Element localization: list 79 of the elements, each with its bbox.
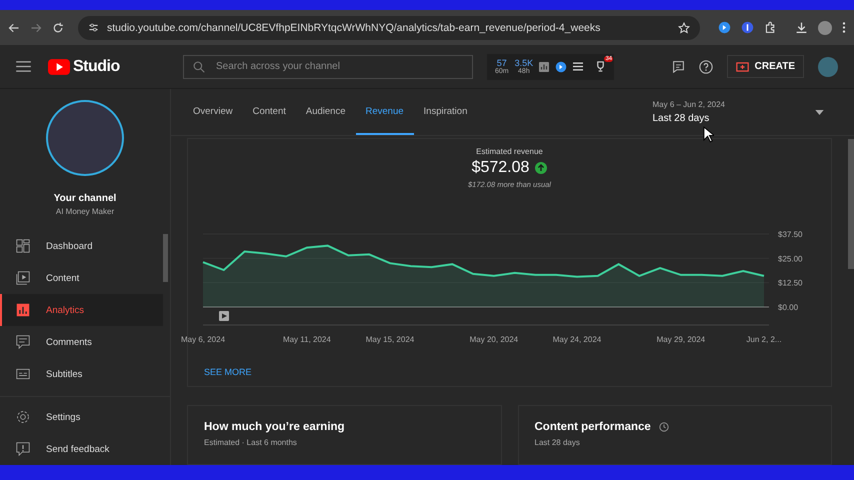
card-subtitle: Last 28 days <box>534 438 581 447</box>
tab[interactable]: Audience <box>296 89 356 135</box>
mouse-cursor-icon <box>702 126 714 143</box>
download-icon[interactable] <box>795 21 808 34</box>
extension-icon[interactable] <box>741 21 754 34</box>
star-icon[interactable] <box>678 22 690 34</box>
forward-icon[interactable] <box>30 22 42 34</box>
channel-title: Your channel <box>54 193 116 204</box>
logo-text: Studio <box>73 58 121 76</box>
date-range-dropdown[interactable]: May 6 – Jun 2, 2024 Last 28 days <box>652 100 824 124</box>
create-button[interactable]: CREATE <box>726 55 804 78</box>
y-tick-label: $25.00 <box>778 254 802 264</box>
nav-item[interactable]: Comments <box>0 326 163 358</box>
search-icon <box>193 60 205 72</box>
play-logo-icon <box>48 58 70 74</box>
reload-icon[interactable] <box>52 22 64 34</box>
feedback-icon[interactable] <box>672 60 685 73</box>
nav-item[interactable]: Send feedback <box>0 433 170 465</box>
caret-icon <box>815 110 824 114</box>
video-icon <box>16 271 30 285</box>
x-tick-label: May 11, 2024 <box>282 335 331 344</box>
help-icon[interactable] <box>698 60 713 74</box>
x-tick-label: May 29, 2024 <box>656 335 706 344</box>
chart-icon <box>539 62 550 72</box>
channel-name: AI Money Maker <box>56 207 114 216</box>
x-tick-label: May 6, 2024 <box>180 335 226 344</box>
settings-icon <box>16 410 30 424</box>
y-tick-label: $0.00 <box>778 303 798 312</box>
url-text: studio.youtube.com/channel/UC8EVfhpEINbRYtqcWrWhNYQ/analytics/tab-earn_revenue/period-4_weeks <box>107 22 602 34</box>
stat-value: 57 <box>496 58 507 68</box>
comment-icon <box>16 335 30 349</box>
profile-avatar[interactable] <box>818 20 832 34</box>
see-more-link[interactable]: SEE MORE <box>204 367 252 377</box>
date-range-text: May 6 – Jun 2, 2024 <box>652 100 725 109</box>
profile-avatar[interactable] <box>818 56 838 76</box>
x-tick-label: May 20, 2024 <box>470 335 518 344</box>
nav-item[interactable]: Content <box>0 262 163 294</box>
dashboard-icon <box>16 239 30 253</box>
trophy-icon <box>595 61 606 72</box>
x-tick-label: May 24, 2024 <box>552 335 602 344</box>
back-icon[interactable] <box>8 22 20 34</box>
card-title: How much you’re earning <box>204 421 345 433</box>
metric-value: $572.08 <box>472 159 530 177</box>
scrollbar[interactable] <box>163 234 168 282</box>
up-arrow-icon <box>535 162 548 174</box>
tab[interactable]: Overview <box>193 89 243 135</box>
x-tick-label: May 15, 2024 <box>366 335 414 344</box>
nav-item[interactable]: Analytics <box>0 294 163 326</box>
list-icon <box>573 62 584 71</box>
clock-icon <box>658 422 669 432</box>
feedback-icon <box>16 442 30 456</box>
card-subtitle: Estimated · Last 6 months <box>204 438 298 447</box>
extension-icon[interactable] <box>718 21 731 34</box>
channel-avatar[interactable] <box>48 102 122 174</box>
nav-item[interactable]: Settings <box>0 401 170 433</box>
nav-item[interactable]: Subtitles <box>0 358 163 390</box>
menu-icon[interactable] <box>842 21 846 34</box>
x-tick-label: Jun 2, 2... <box>746 335 782 344</box>
scrollbar[interactable] <box>848 139 854 269</box>
stat-value: 3.5K <box>514 58 534 68</box>
nav-item[interactable]: Dashboard <box>0 230 163 262</box>
address-bar[interactable]: studio.youtube.com/channel/UC8EVfhpEINbRYtqcWrWhNYQ/analytics/tab-earn_revenue/period-4_weeks <box>78 16 700 40</box>
subtitles-icon <box>16 367 30 381</box>
tab[interactable]: Content <box>242 89 296 135</box>
y-tick-label: $12.50 <box>778 278 802 288</box>
site-settings-icon[interactable] <box>88 22 99 33</box>
video-plus-icon <box>736 62 749 72</box>
play-icon[interactable] <box>219 311 229 321</box>
puzzle-icon[interactable] <box>764 21 777 34</box>
period-label: Last 28 days <box>652 113 710 124</box>
card-title: Content performance <box>534 421 651 433</box>
search-field[interactable]: Search across your channel <box>183 54 473 78</box>
extension-icon <box>555 60 568 72</box>
menu-icon[interactable] <box>16 61 31 72</box>
tab[interactable]: Inspiration <box>414 89 478 135</box>
metric-label: Estimated revenue <box>476 147 543 156</box>
y-tick-label: $37.50 <box>778 230 802 239</box>
tab[interactable]: Revenue <box>356 89 414 135</box>
bar-chart-icon <box>16 303 30 317</box>
